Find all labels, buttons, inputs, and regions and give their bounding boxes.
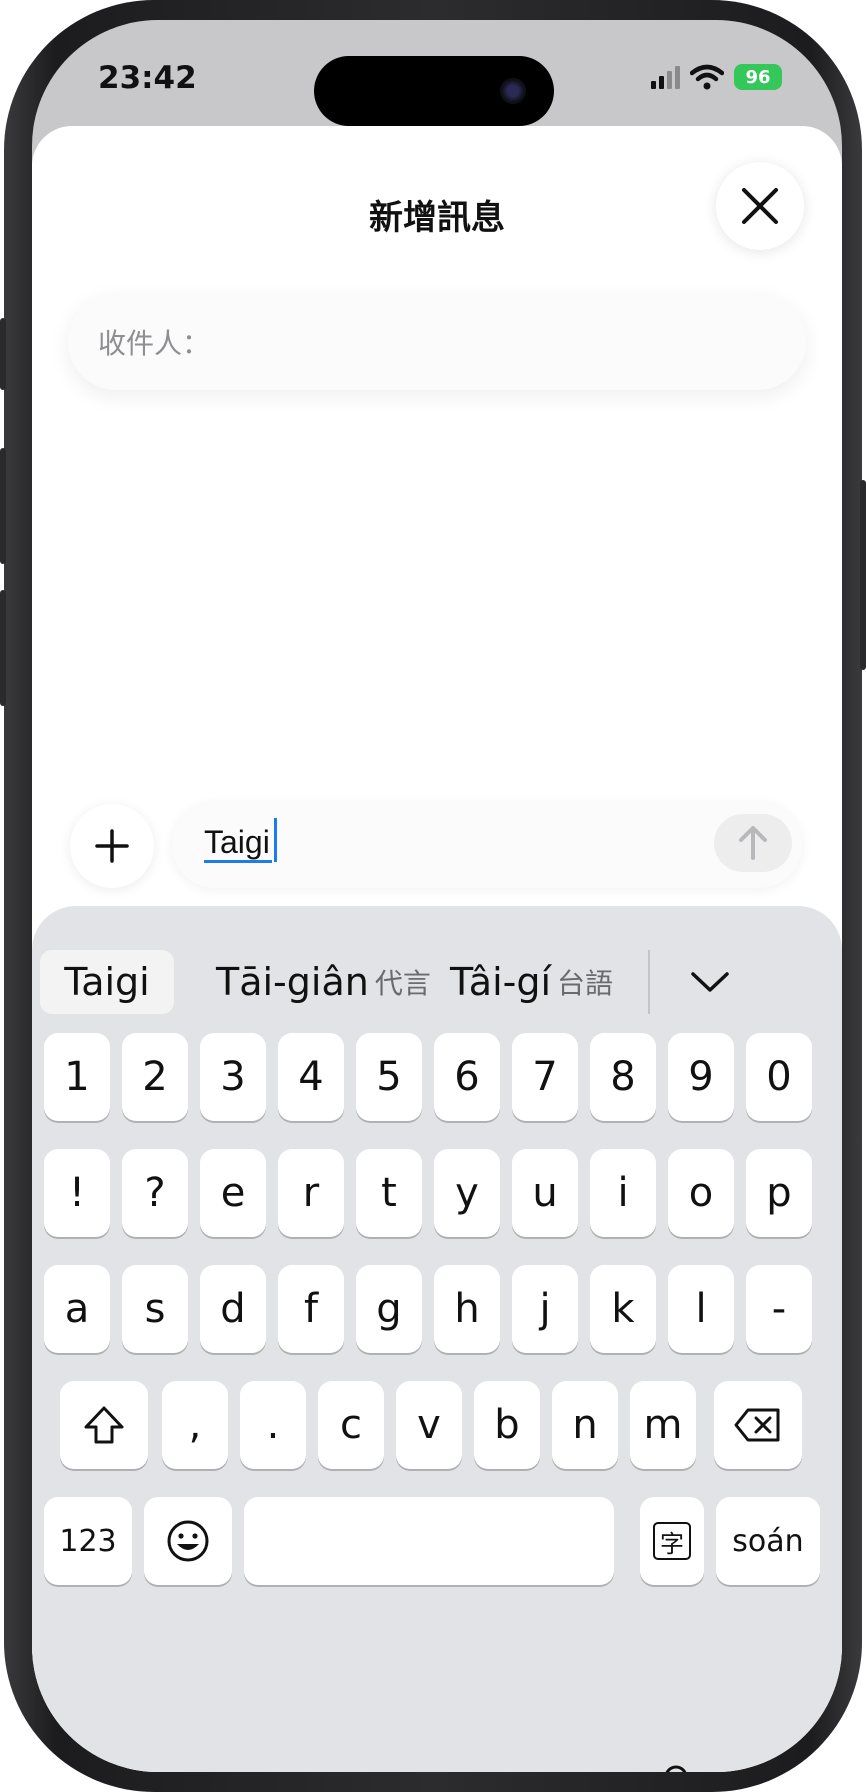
key-comma[interactable]: , [162, 1381, 228, 1469]
key-j[interactable]: j [512, 1265, 578, 1353]
message-text: Taigi [204, 824, 272, 863]
new-message-sheet: 新增訊息 收件人： Taigi Taigi Tāi-giân 代言 Tâi-gí… [32, 126, 842, 1772]
key-9[interactable]: 9 [668, 1033, 734, 1121]
keyboard: Taigi Tāi-giân 代言 Tâi-gí 台語 1 2 3 4 5 6 … [32, 906, 842, 1772]
close-button[interactable] [716, 162, 804, 250]
suggestion-2[interactable]: Tāi-giân 代言 [216, 950, 431, 1014]
chevron-down-icon [691, 972, 729, 992]
key-8[interactable]: 8 [590, 1033, 656, 1121]
key-p[interactable]: p [746, 1149, 812, 1237]
emoji-icon [167, 1520, 209, 1562]
send-button[interactable] [714, 814, 792, 872]
key-b[interactable]: b [474, 1381, 540, 1469]
plus-icon [95, 829, 129, 863]
recipient-field[interactable]: 收件人： [68, 294, 806, 390]
key-5[interactable]: 5 [356, 1033, 422, 1121]
text-cursor [274, 818, 277, 862]
status-time: 23:42 [98, 60, 197, 96]
ime-key[interactable]: 字 [640, 1497, 704, 1585]
cellular-signal-icon [651, 65, 680, 89]
key-exclamation[interactable]: ! [44, 1149, 110, 1237]
microphone-icon[interactable] [654, 1764, 698, 1772]
suggestion-1-text: Taigi [64, 960, 150, 1004]
status-icons: 96 [651, 64, 782, 90]
key-hyphen[interactable]: - [746, 1265, 812, 1353]
key-0[interactable]: 0 [746, 1033, 812, 1121]
key-4[interactable]: 4 [278, 1033, 344, 1121]
ime-key-label: 字 [653, 1522, 691, 1560]
key-period[interactable]: . [240, 1381, 306, 1469]
key-c[interactable]: c [318, 1381, 384, 1469]
volume-down-button [0, 590, 6, 706]
numbers-key[interactable]: 123 [44, 1497, 132, 1585]
key-question[interactable]: ? [122, 1149, 188, 1237]
close-icon [742, 188, 778, 224]
key-k[interactable]: k [590, 1265, 656, 1353]
shift-key[interactable] [60, 1381, 148, 1469]
suggestion-2-han: 代言 [374, 967, 431, 1000]
key-e[interactable]: e [200, 1149, 266, 1237]
message-input[interactable]: Taigi [172, 802, 802, 888]
key-r[interactable]: r [278, 1149, 344, 1237]
key-g[interactable]: g [356, 1265, 422, 1353]
key-m[interactable]: m [630, 1381, 696, 1469]
screen: 23:42 96 新增訊息 收件人： Taigi Taigi Tāi-giân … [32, 20, 842, 1772]
expand-suggestions-button[interactable] [660, 950, 760, 1014]
delete-icon [734, 1408, 780, 1442]
suggestion-3-text: Tâi-gí [450, 960, 552, 1004]
phone-frame: 23:42 96 新增訊息 收件人： Taigi Taigi Tāi-giân … [0, 0, 866, 1792]
key-2[interactable]: 2 [122, 1033, 188, 1121]
shift-icon [84, 1406, 124, 1444]
suggestion-3[interactable]: Tâi-gí 台語 [450, 950, 613, 1014]
suggestion-1[interactable]: Taigi [40, 950, 174, 1014]
suggestion-divider [648, 950, 650, 1014]
action-button [0, 318, 6, 390]
battery-level: 96 [745, 66, 771, 88]
key-y[interactable]: y [434, 1149, 500, 1237]
recipient-label: 收件人： [98, 327, 211, 360]
key-1[interactable]: 1 [44, 1033, 110, 1121]
key-s[interactable]: s [122, 1265, 188, 1353]
key-7[interactable]: 7 [512, 1033, 578, 1121]
suggestion-2-text: Tāi-giân [216, 960, 369, 1004]
suggestion-bar: Taigi Tāi-giân 代言 Tâi-gí 台語 [40, 950, 830, 1016]
emoji-key[interactable] [144, 1497, 232, 1585]
key-i[interactable]: i [590, 1149, 656, 1237]
key-l[interactable]: l [668, 1265, 734, 1353]
battery-icon: 96 [734, 64, 782, 90]
volume-up-button [0, 448, 6, 564]
key-h[interactable]: h [434, 1265, 500, 1353]
power-button [860, 480, 866, 670]
dynamic-island [314, 56, 554, 126]
key-f[interactable]: f [278, 1265, 344, 1353]
key-u[interactable]: u [512, 1149, 578, 1237]
camera-icon [500, 78, 526, 104]
wifi-icon [690, 64, 724, 90]
key-n[interactable]: n [552, 1381, 618, 1469]
key-6[interactable]: 6 [434, 1033, 500, 1121]
suggestion-3-han: 台語 [557, 967, 614, 1000]
key-d[interactable]: d [200, 1265, 266, 1353]
key-a[interactable]: a [44, 1265, 110, 1353]
key-v[interactable]: v [396, 1381, 462, 1469]
key-t[interactable]: t [356, 1149, 422, 1237]
delete-key[interactable] [714, 1381, 802, 1469]
key-3[interactable]: 3 [200, 1033, 266, 1121]
arrow-up-icon [739, 826, 767, 860]
space-key[interactable] [244, 1497, 614, 1585]
add-attachment-button[interactable] [70, 804, 154, 888]
key-o[interactable]: o [668, 1149, 734, 1237]
return-key[interactable]: soán [716, 1497, 820, 1585]
